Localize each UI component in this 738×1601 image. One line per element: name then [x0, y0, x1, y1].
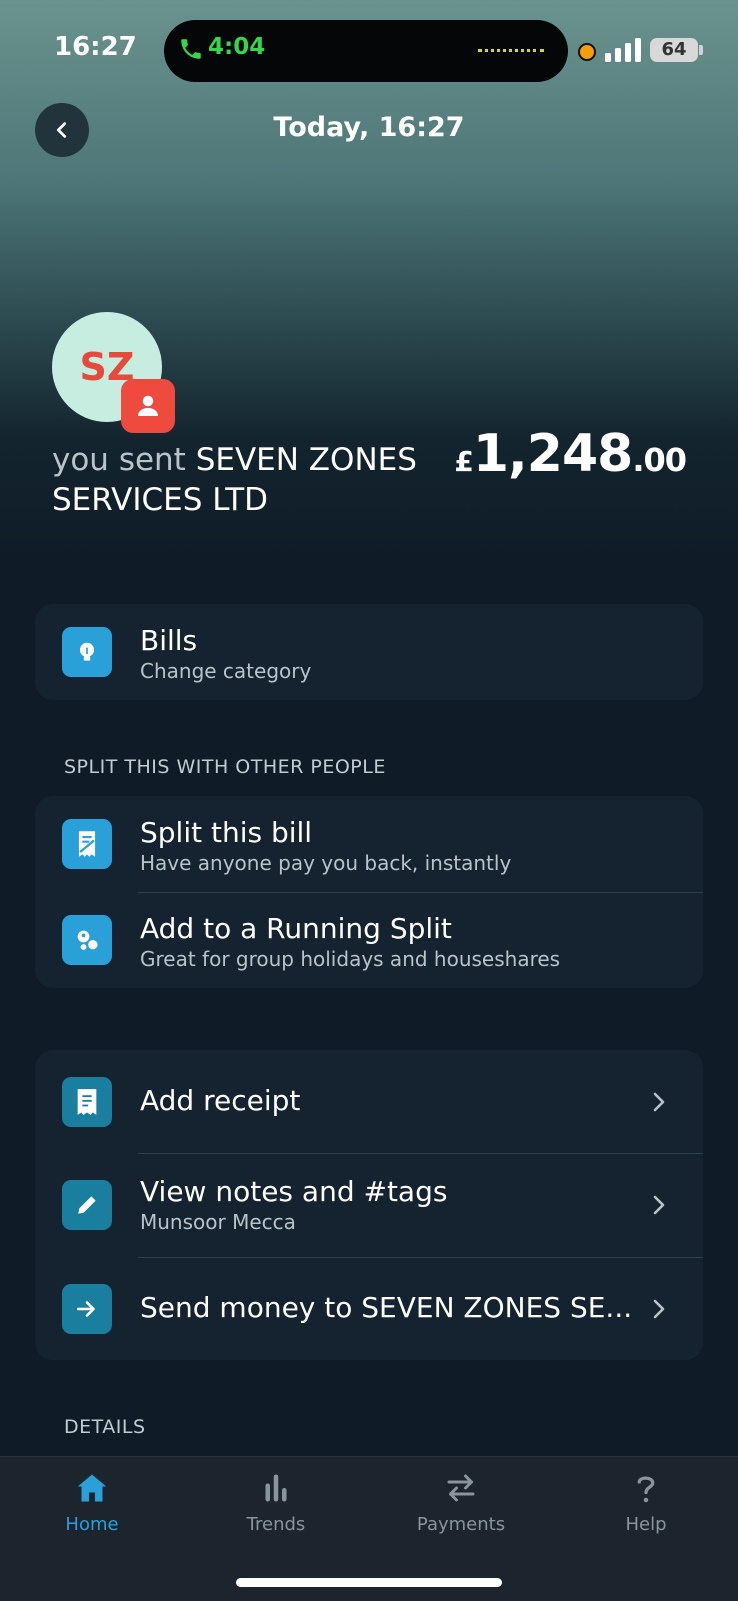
call-waveform-icon	[478, 49, 544, 55]
status-time: 16:27	[54, 32, 137, 62]
page-title: Today, 16:27	[273, 112, 465, 143]
notes-tags-title: View notes and #tags	[140, 1175, 448, 1208]
call-timer: 4:04	[208, 34, 266, 60]
home-icon	[77, 1474, 107, 1502]
home-indicator	[236, 1578, 502, 1587]
chevron-right-icon	[653, 1195, 665, 1215]
sent-prefix: you sent	[52, 442, 186, 478]
split-section-label: SPLIT THIS WITH OTHER PEOPLE	[64, 756, 386, 778]
tab-trends[interactable]: Trends	[206, 1470, 346, 1535]
mic-indicator-icon	[578, 43, 596, 61]
pencil-icon	[62, 1180, 112, 1230]
details-section-label: DETAILS	[64, 1416, 146, 1438]
amount-minor: .00	[632, 441, 687, 479]
split-bill-title: Split this bill	[140, 816, 313, 849]
currency-symbol: £	[454, 445, 474, 478]
running-split-row[interactable]: Add to a Running Split Great for group h…	[35, 892, 703, 988]
receipt-icon	[62, 1077, 112, 1127]
question-icon	[637, 1476, 655, 1503]
split-bill-row[interactable]: Split this bill Have anyone pay you back…	[35, 796, 703, 892]
category-card[interactable]: Bills Change category	[35, 604, 703, 700]
transaction-amount: £1,248.00	[454, 424, 687, 484]
chevron-right-icon	[653, 1299, 665, 1319]
add-receipt-title: Add receipt	[140, 1084, 301, 1117]
running-split-subtitle: Great for group holidays and houseshares	[140, 947, 561, 971]
transfer-arrows-icon	[447, 1474, 475, 1502]
person-badge-icon	[121, 379, 175, 433]
group-split-icon	[62, 915, 112, 965]
transaction-description: you sent SEVEN ZONES SERVICES LTD	[52, 440, 452, 520]
arrow-right-icon	[62, 1284, 112, 1334]
running-split-title: Add to a Running Split	[140, 912, 452, 945]
amount-major: 1,248	[472, 424, 633, 484]
send-money-row[interactable]: Send money to SEVEN ZONES SE...	[35, 1257, 703, 1360]
category-subtitle: Change category	[140, 659, 312, 683]
category-title: Bills	[140, 624, 198, 657]
bar-chart-icon	[265, 1474, 287, 1502]
tab-payments[interactable]: Payments	[391, 1470, 531, 1535]
notes-tags-row[interactable]: View notes and #tags Munsoor Mecca	[35, 1153, 703, 1257]
tab-payments-label: Payments	[416, 1514, 506, 1535]
battery-tip	[699, 45, 703, 55]
send-money-title: Send money to SEVEN ZONES SE...	[140, 1291, 633, 1324]
add-receipt-row[interactable]: Add receipt	[35, 1050, 703, 1153]
lightbulb-icon	[62, 627, 112, 677]
actions-card: Add receipt View notes and #tags Munsoor…	[35, 1050, 703, 1360]
tab-help[interactable]: Help	[576, 1470, 716, 1535]
tab-trends-label: Trends	[246, 1514, 306, 1535]
receipt-split-icon	[62, 819, 112, 869]
phone-call-icon	[181, 39, 201, 59]
split-bill-subtitle: Have anyone pay you back, instantly	[140, 851, 512, 875]
tab-home-label: Home	[65, 1514, 119, 1535]
split-card: Split this bill Have anyone pay you back…	[35, 796, 703, 988]
battery-icon: 64	[650, 38, 698, 62]
tab-help-label: Help	[625, 1514, 667, 1535]
notes-tags-subtitle: Munsoor Mecca	[140, 1210, 296, 1234]
tab-home[interactable]: Home	[22, 1470, 162, 1535]
signal-icon	[605, 38, 641, 62]
chevron-right-icon	[653, 1092, 665, 1112]
